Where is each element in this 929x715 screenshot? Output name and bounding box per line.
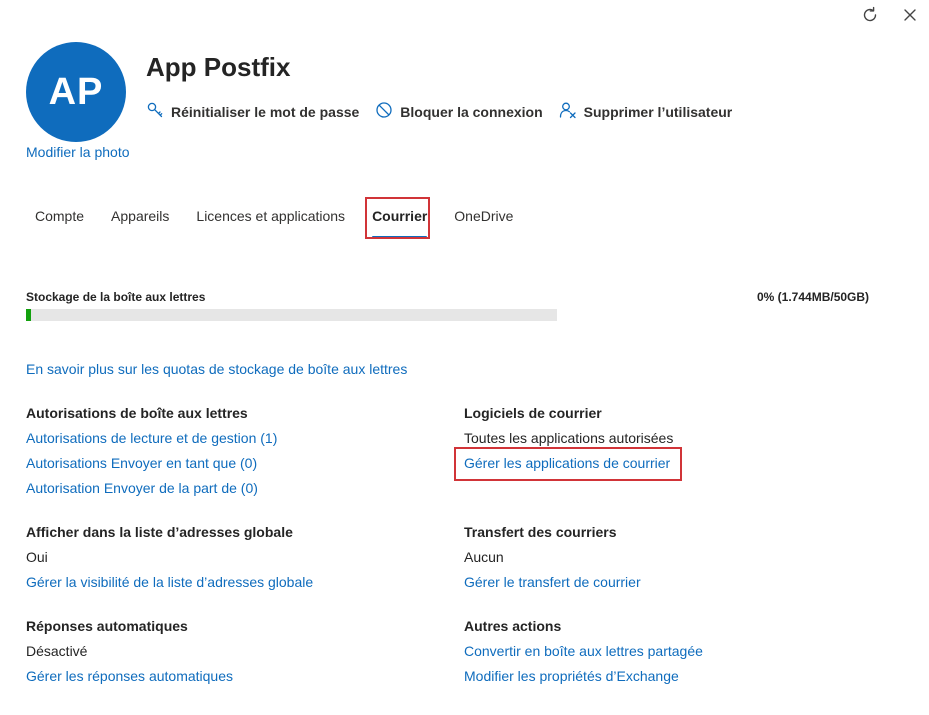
mailbox-permissions-heading: Autorisations de boîte aux lettres — [26, 405, 248, 421]
auto-replies-value: Désactivé — [26, 643, 88, 659]
email-apps-value: Toutes les applications autorisées — [464, 430, 674, 446]
manage-auto-replies-link[interactable]: Gérer les réponses automatiques — [26, 668, 233, 684]
email-apps-heading: Logiciels de courrier — [464, 405, 602, 421]
tab-licenses-apps[interactable]: Licences et applications — [196, 200, 345, 240]
user-actions: Réinitialiser le mot de passe Bloquer la… — [146, 101, 732, 122]
delete-user-icon — [559, 101, 577, 122]
tab-onedrive[interactable]: OneDrive — [454, 200, 513, 240]
read-manage-permissions-link[interactable]: Autorisations de lecture et de gestion (… — [26, 430, 277, 446]
manage-email-apps-link[interactable]: Gérer les applications de courrier — [464, 455, 670, 471]
manage-forwarding-link[interactable]: Gérer le transfert de courrier — [464, 574, 641, 590]
avatar: AP — [26, 42, 126, 142]
forwarding-heading: Transfert des courriers — [464, 524, 617, 540]
email-apps-section: Logiciels de courrier Toutes les applica… — [464, 405, 884, 480]
delete-user-button[interactable]: Supprimer l’utilisateur — [559, 101, 733, 122]
tab-account[interactable]: Compte — [35, 200, 84, 240]
auto-replies-section: Réponses automatiques Désactivé Gérer le… — [26, 618, 446, 693]
reset-password-button[interactable]: Réinitialiser le mot de passe — [146, 101, 359, 122]
tab-mail[interactable]: Courrier — [372, 200, 428, 240]
block-sign-in-label: Bloquer la connexion — [400, 103, 543, 120]
other-actions-heading: Autres actions — [464, 618, 562, 634]
gal-value: Oui — [26, 549, 48, 565]
block-sign-in-button[interactable]: Bloquer la connexion — [375, 101, 543, 122]
mailbox-storage-label: Stockage de la boîte aux lettres — [26, 290, 206, 304]
active-tab-indicator — [372, 236, 428, 238]
tab-bar: Compte Appareils Licences et application… — [26, 200, 540, 240]
convert-shared-mailbox-link[interactable]: Convertir en boîte aux lettres partagée — [464, 643, 703, 659]
forwarding-section: Transfert des courriers Aucun Gérer le t… — [464, 524, 884, 599]
gal-heading: Afficher dans la liste d’adresses global… — [26, 524, 293, 540]
mailbox-permissions-section: Autorisations de boîte aux lettres Autor… — [26, 405, 446, 505]
refresh-icon[interactable] — [859, 4, 881, 26]
mailbox-storage-bar — [26, 309, 557, 321]
send-on-behalf-permissions-link[interactable]: Autorisation Envoyer de la part de (0) — [26, 480, 258, 496]
send-as-permissions-link[interactable]: Autorisations Envoyer en tant que (0) — [26, 455, 257, 471]
user-display-name: App Postfix — [146, 52, 291, 82]
reset-password-label: Réinitialiser le mot de passe — [171, 103, 360, 120]
auto-replies-heading: Réponses automatiques — [26, 618, 188, 634]
mailbox-storage-fill — [26, 309, 31, 321]
block-icon — [375, 101, 393, 122]
forwarding-value: Aucun — [464, 549, 504, 565]
mailbox-storage-value: 0% (1.744MB/50GB) — [757, 290, 870, 304]
edit-exchange-properties-link[interactable]: Modifier les propriétés d’Exchange — [464, 668, 679, 684]
key-icon — [146, 101, 164, 122]
delete-user-label: Supprimer l’utilisateur — [583, 103, 733, 120]
close-icon[interactable] — [899, 4, 921, 26]
manage-gal-visibility-link[interactable]: Gérer la visibilité de la liste d’adress… — [26, 574, 313, 590]
storage-quota-link[interactable]: En savoir plus sur les quotas de stockag… — [26, 361, 407, 377]
gal-section: Afficher dans la liste d’adresses global… — [26, 524, 446, 599]
other-actions-section: Autres actions Convertir en boîte aux le… — [464, 618, 884, 693]
change-photo-link[interactable]: Modifier la photo — [26, 144, 130, 160]
tab-devices[interactable]: Appareils — [111, 200, 169, 240]
